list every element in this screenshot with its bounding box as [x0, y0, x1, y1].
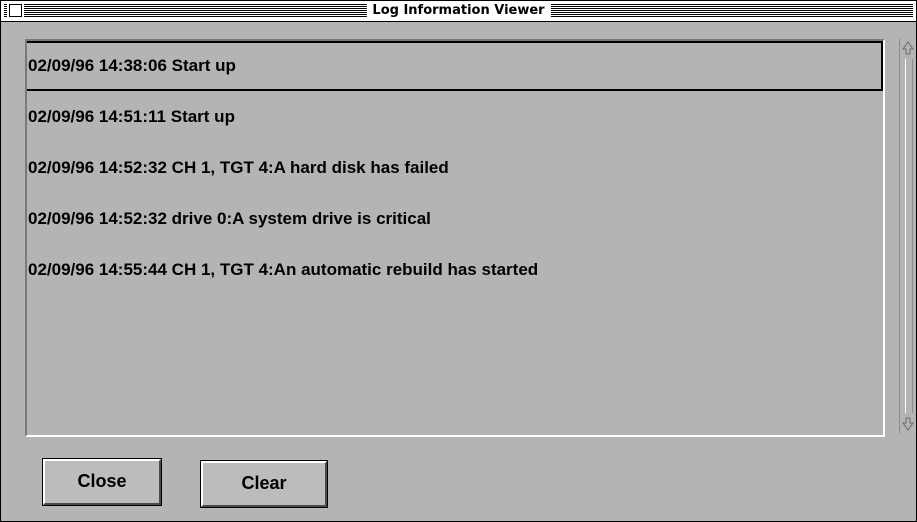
log-entry-1[interactable]: 02/09/96 14:38:06 Start up — [27, 41, 883, 91]
log-viewer-window: Log Information Viewer 02/09/96 14:38:06… — [0, 0, 917, 522]
log-entry-5[interactable]: 02/09/96 14:55:44 CH 1, TGT 4:An automat… — [27, 250, 880, 290]
title-bar[interactable]: Log Information Viewer — [1, 1, 916, 22]
scroll-down-arrow-icon[interactable] — [902, 417, 914, 431]
close-button[interactable]: Close — [42, 458, 162, 506]
clear-button[interactable]: Clear — [200, 460, 328, 508]
log-list[interactable]: 02/09/96 14:38:06 Start up 02/09/96 14:5… — [25, 39, 885, 437]
log-entry-3[interactable]: 02/09/96 14:52:32 CH 1, TGT 4:A hard dis… — [27, 148, 880, 188]
vertical-scrollbar[interactable] — [899, 39, 916, 433]
log-entry-4[interactable]: 02/09/96 14:52:32 drive 0:A system drive… — [27, 199, 880, 239]
scroll-track[interactable] — [905, 59, 913, 413]
close-box-icon[interactable] — [9, 4, 22, 17]
log-entry-2[interactable]: 02/09/96 14:51:11 Start up — [27, 97, 880, 137]
window-title: Log Information Viewer — [366, 2, 551, 19]
scroll-up-arrow-icon[interactable] — [902, 41, 914, 55]
